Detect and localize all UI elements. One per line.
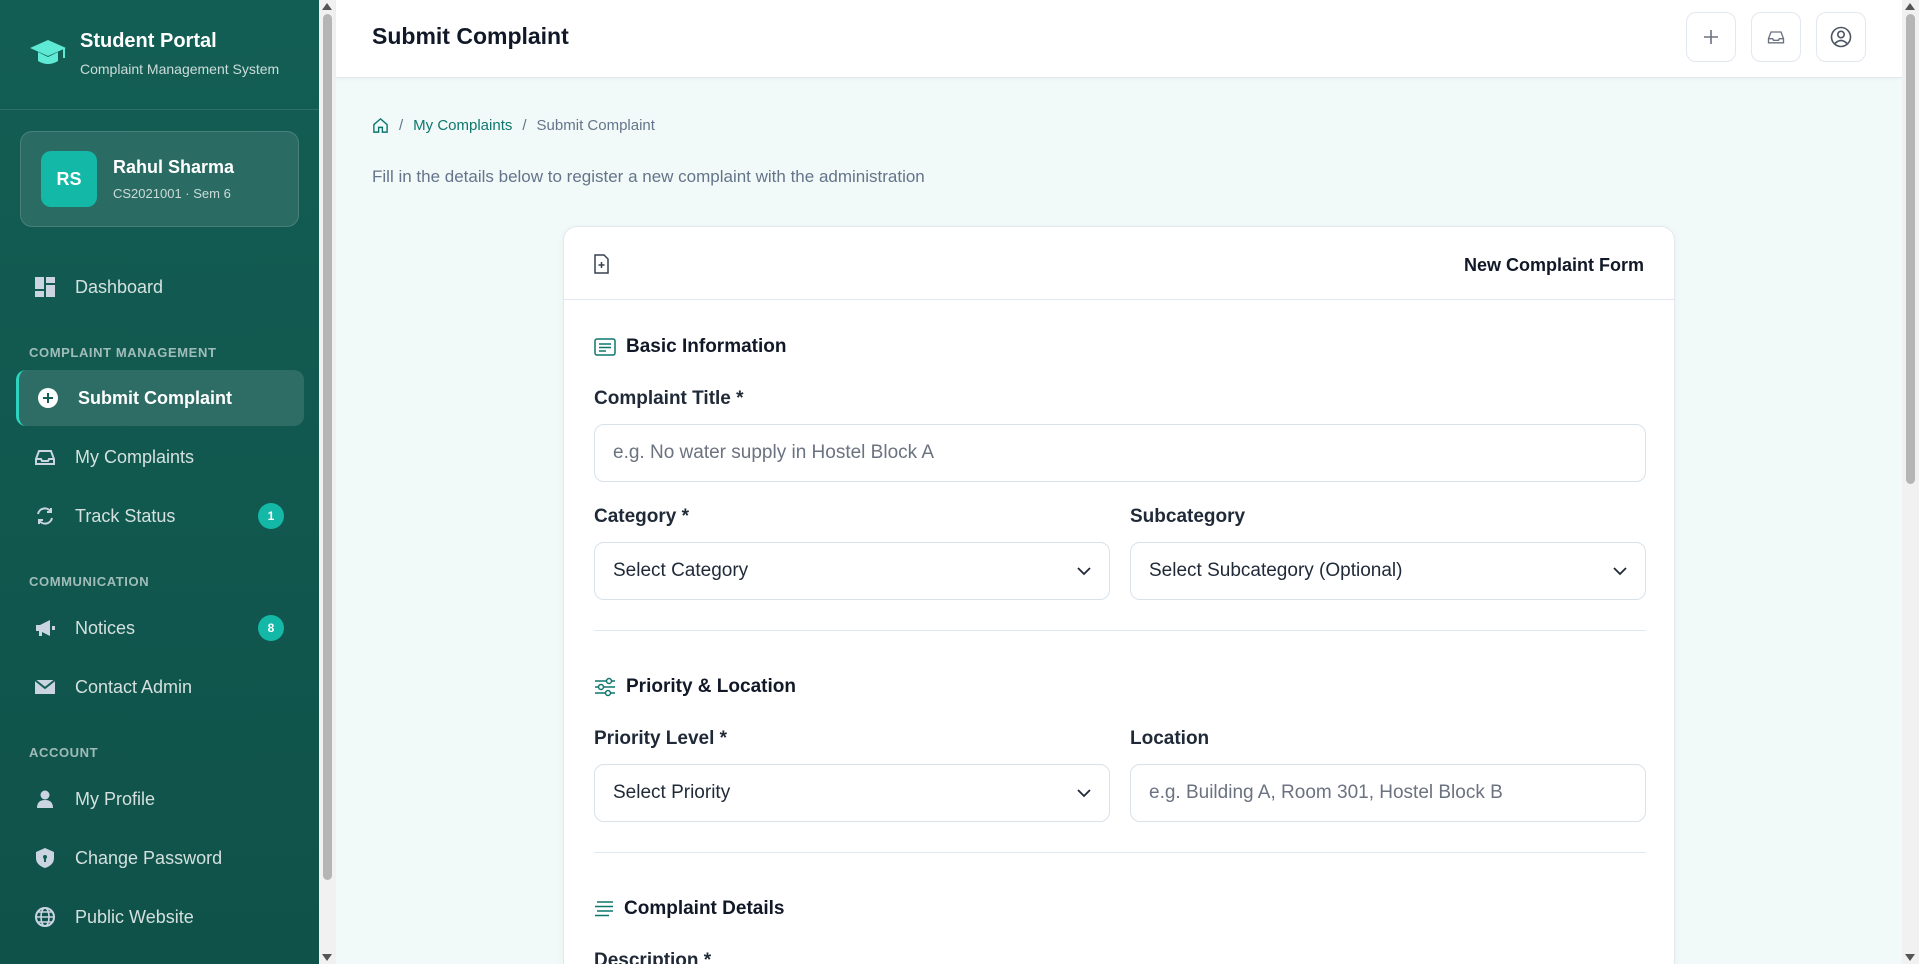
globe-icon — [33, 905, 57, 929]
page-title: Submit Complaint — [372, 23, 569, 49]
sidebar-item-label: Public Website — [75, 906, 194, 927]
section-priority-location: Priority & Location — [594, 676, 796, 698]
section-basic-information: Basic Information — [594, 336, 786, 358]
sidebar-item-my-complaints[interactable]: My Complaints — [16, 429, 304, 485]
subcategory-label: Subcategory — [1130, 506, 1246, 527]
location-input[interactable]: e.g. Building A, Room 301, Hostel Block … — [1130, 764, 1646, 822]
brand: Student Portal Complaint Management Syst… — [0, 0, 319, 110]
subcategory-select[interactable]: Select Subcategory (Optional) — [1130, 542, 1646, 600]
sidebar-item-my-profile[interactable]: My Profile — [16, 771, 304, 827]
profile-button[interactable] — [1816, 12, 1866, 62]
page-scrollbar[interactable] — [1902, 0, 1919, 964]
inbox-icon — [1767, 31, 1785, 44]
sidebar-item-label: Track Status — [75, 505, 176, 526]
align-left-icon — [595, 901, 613, 917]
refresh-icon — [33, 504, 57, 528]
file-plus-icon — [594, 254, 609, 274]
avatar: RS — [41, 151, 97, 207]
home-icon[interactable] — [372, 117, 389, 134]
sidebar-item-submit-complaint[interactable]: Submit Complaint — [16, 370, 304, 426]
breadcrumb-separator: / — [522, 117, 527, 134]
priority-selected-value: Select Priority — [613, 782, 731, 803]
category-label: Category * — [594, 506, 690, 527]
complaint-form-card: New Complaint Form Basic Information Com… — [563, 226, 1675, 964]
brand-subtitle: Complaint Management System — [80, 61, 280, 77]
sidebar-item-contact-admin[interactable]: Contact Admin — [16, 659, 304, 715]
user-circle-icon — [1830, 26, 1852, 48]
chevron-down-icon — [1077, 788, 1091, 797]
breadcrumb-separator: / — [399, 117, 404, 134]
chevron-down-icon — [1613, 566, 1627, 575]
complaint-title-input[interactable]: e.g. No water supply in Hostel Block A — [594, 424, 1646, 482]
breadcrumb-my-complaints[interactable]: My Complaints — [413, 117, 512, 134]
user-name: Rahul Sharma — [113, 157, 235, 177]
sidebar-item-label: Change Password — [75, 847, 223, 868]
section-divider — [594, 630, 1646, 631]
brand-title: Student Portal — [80, 30, 217, 52]
dashboard-icon — [33, 275, 57, 299]
section-divider — [594, 852, 1646, 853]
plus-icon — [1704, 30, 1718, 44]
scroll-down-arrow[interactable] — [1905, 954, 1915, 961]
scroll-down-arrow[interactable] — [322, 954, 332, 961]
shield-icon — [33, 846, 57, 870]
section-title-text: Priority & Location — [626, 676, 796, 697]
section-complaint-details: Complaint Details — [594, 898, 784, 920]
plus-circle-icon — [36, 386, 60, 410]
breadcrumb: / My Complaints / Submit Complaint — [372, 117, 655, 134]
section-title-text: Basic Information — [626, 336, 787, 357]
nav-section-communication: COMMUNICATION — [29, 574, 150, 589]
card-title: New Complaint Form — [1463, 255, 1644, 275]
priority-label: Priority Level * — [594, 728, 728, 749]
section-title-text: Complaint Details — [624, 898, 785, 919]
scroll-up-arrow[interactable] — [1905, 3, 1915, 10]
new-complaint-button[interactable] — [1686, 12, 1736, 62]
card-header: New Complaint Form — [564, 227, 1674, 300]
megaphone-icon — [33, 616, 57, 640]
category-selected-value: Select Category — [613, 560, 749, 581]
list-card-icon — [594, 338, 616, 356]
scrollbar-thumb[interactable] — [1906, 14, 1915, 484]
nav-section-account: ACCOUNT — [29, 745, 99, 760]
notices-badge: 8 — [258, 615, 284, 641]
sidebar-item-label: My Profile — [75, 788, 156, 809]
location-label: Location — [1130, 728, 1210, 749]
subcategory-selected-value: Select Subcategory (Optional) — [1149, 560, 1403, 581]
complaint-title-label: Complaint Title * — [594, 388, 744, 409]
top-header: Submit Complaint — [336, 0, 1902, 78]
sidebar-item-label: My Complaints — [75, 446, 195, 467]
sidebar-item-notices[interactable]: Notices 8 — [16, 600, 304, 656]
breadcrumb-current: Submit Complaint — [536, 117, 655, 134]
nav-section-complaints: COMPLAINT MANAGEMENT — [29, 345, 217, 360]
inbox-button[interactable] — [1751, 12, 1801, 62]
user-card[interactable]: RS Rahul Sharma CS2021001 · Sem 6 — [20, 131, 299, 227]
sidebar-item-track-status[interactable]: Track Status 1 — [16, 488, 304, 544]
sliders-icon — [595, 677, 615, 697]
priority-select[interactable]: Select Priority — [594, 764, 1110, 822]
scroll-up-arrow[interactable] — [322, 3, 332, 10]
scrollbar-thumb[interactable] — [323, 14, 332, 880]
sidebar-scrollbar[interactable] — [319, 0, 336, 964]
category-select[interactable]: Select Category — [594, 542, 1110, 600]
sidebar-item-dashboard[interactable]: Dashboard — [16, 259, 304, 315]
sidebar-item-label: Submit Complaint — [78, 387, 232, 408]
track-status-badge: 1 — [258, 503, 284, 529]
sidebar: Student Portal Complaint Management Syst… — [0, 0, 319, 964]
graduation-cap-icon — [30, 40, 66, 64]
sidebar-item-label: Dashboard — [75, 276, 164, 297]
user-meta: CS2021001 · Sem 6 — [113, 186, 231, 201]
description-label: Description * — [594, 950, 712, 964]
user-icon — [33, 787, 57, 811]
inbox-icon — [33, 445, 57, 469]
page-description: Fill in the details below to register a … — [372, 167, 925, 186]
mail-icon — [33, 675, 57, 699]
chevron-down-icon — [1077, 566, 1091, 575]
sidebar-item-label: Notices — [75, 617, 136, 638]
sidebar-item-public-website[interactable]: Public Website — [16, 889, 304, 945]
sidebar-item-change-password[interactable]: Change Password — [16, 830, 304, 886]
sidebar-item-label: Contact Admin — [75, 676, 193, 697]
